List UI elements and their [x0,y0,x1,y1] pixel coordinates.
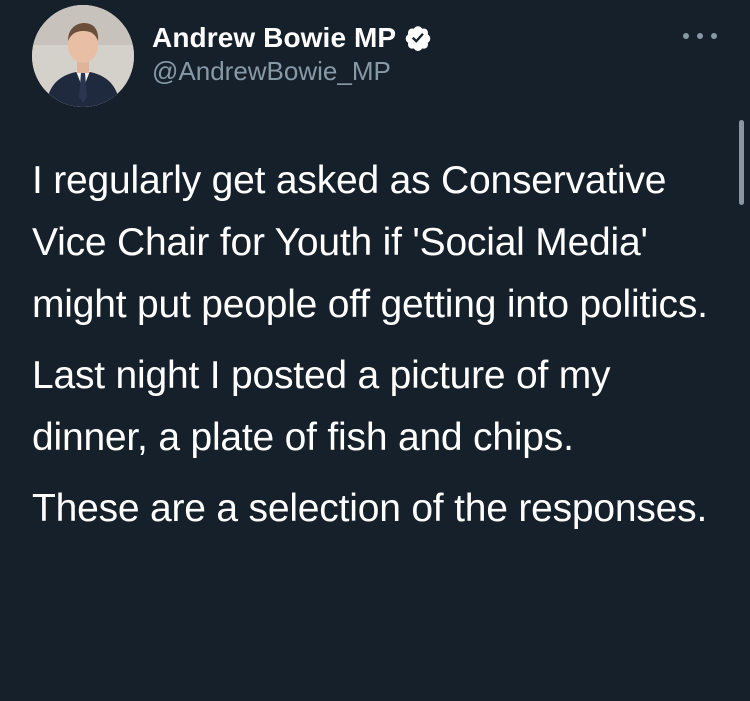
tweet-paragraph: These are a selection of the responses. [32,487,708,530]
author-row: Andrew Bowie MP [152,18,432,58]
tweet-paragraph: I regularly get asked as Conservative Vi… [32,159,708,326]
dot [711,33,717,39]
dot [697,33,703,39]
more-options-icon[interactable] [683,26,717,46]
tweet-text: I regularly get asked as Conservative Vi… [32,150,722,549]
tweet-paragraph: Last night I posted a picture of my dinn… [32,354,611,459]
display-name[interactable]: Andrew Bowie MP [152,22,396,54]
profile-photo [32,5,134,107]
verified-badge-icon [405,26,431,51]
scrollbar[interactable] [739,120,744,205]
author-handle[interactable]: @AndrewBowie_MP [152,56,391,87]
avatar[interactable] [32,5,134,107]
dot [683,33,689,39]
tweet: Andrew Bowie MP @AndrewBowie_MP I regula… [0,0,750,701]
